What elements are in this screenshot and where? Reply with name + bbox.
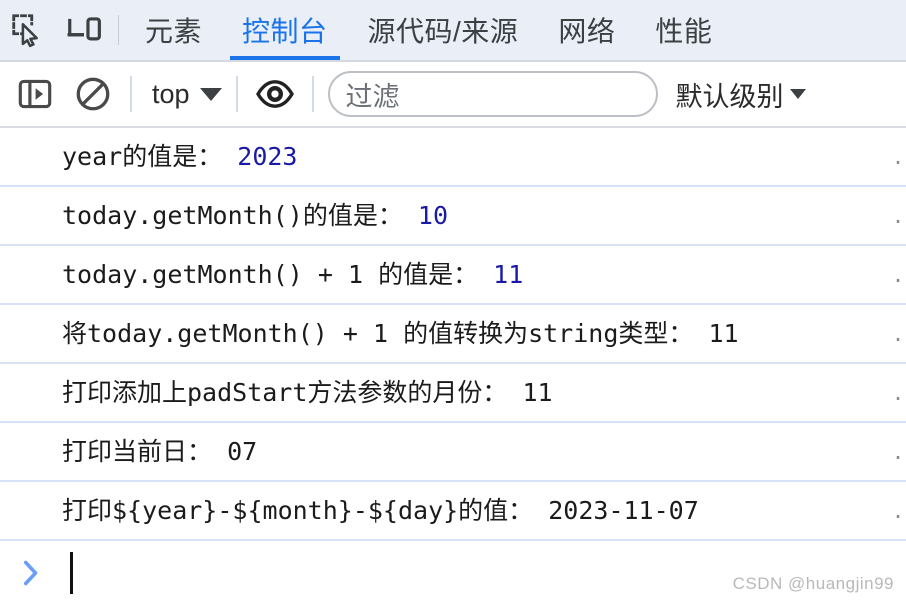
console-message-list: year的值是： 2023. today.getMonth()的值是： 10. to…: [0, 128, 906, 548]
tab-elements[interactable]: 元素: [125, 0, 222, 60]
console-toolbar: top 过滤 默认级别: [0, 62, 906, 128]
console-message-text: 打印${year}-${month}-${day}的值： 2023-11-07: [62, 498, 699, 523]
execution-context-selector[interactable]: top: [140, 79, 228, 110]
console-message-text: today.getMonth()的值是： 10: [62, 203, 448, 228]
log-levels-dropdown[interactable]: 默认级别: [676, 75, 806, 114]
execution-context-label: top: [152, 78, 190, 109]
devtools-window: 元素 控制台 源代码/来源 网络 性能 top 过滤 默认级别 year的值是：…: [0, 0, 906, 602]
chevron-down-icon: [199, 87, 222, 101]
console-source-link[interactable]: .: [892, 499, 904, 523]
prompt-chevron-icon: [16, 558, 46, 588]
console-value-number: 2023: [237, 142, 298, 171]
show-console-sidebar-icon[interactable]: [6, 64, 64, 124]
console-message-segment: today.getMonth()的值是：: [62, 201, 403, 230]
tab-performance[interactable]: 性能: [635, 0, 732, 60]
console-message-segment: 将today.getMonth() + 1 的值转换为string类型：: [62, 319, 694, 348]
console-source-link[interactable]: .: [892, 204, 904, 228]
device-toolbar-icon[interactable]: [56, 0, 112, 60]
inspect-element-icon[interactable]: [0, 0, 56, 60]
console-filter-input[interactable]: 过滤: [327, 71, 658, 117]
console-value-number: 10: [417, 201, 448, 230]
toolbar-divider-2: [235, 76, 238, 112]
console-message-row[interactable]: 打印添加上padStart方法参数的月份： 11.: [0, 364, 906, 423]
tab-console[interactable]: 控制台: [222, 0, 348, 60]
console-filter-placeholder: 过滤: [345, 81, 400, 112]
tab-performance-label: 性能: [655, 16, 713, 47]
console-message-row[interactable]: today.getMonth()的值是： 10.: [0, 187, 906, 246]
toolbar-divider-1: [130, 76, 132, 112]
tab-sources-label: 源代码/来源: [367, 16, 519, 47]
console-message-row[interactable]: today.getMonth() + 1 的值是： 11.: [0, 246, 906, 305]
tab-network-label: 网络: [558, 16, 616, 47]
tab-console-label: 控制台: [242, 16, 328, 47]
tab-elements-label: 元素: [145, 16, 203, 47]
clear-console-icon[interactable]: [64, 64, 122, 124]
console-message-text: 将today.getMonth() + 1 的值转换为string类型： 11: [62, 321, 739, 346]
chevron-down-icon: [789, 89, 806, 99]
tab-network[interactable]: 网络: [538, 0, 635, 60]
console-message-segment: 11: [522, 378, 553, 407]
console-message-segment: 打印${year}-${month}-${day}的值：: [62, 496, 534, 525]
console-source-link[interactable]: .: [892, 440, 904, 464]
devtools-tabbar: 元素 控制台 源代码/来源 网络 性能: [0, 0, 906, 62]
console-source-link[interactable]: .: [892, 322, 904, 346]
console-message-text: today.getMonth() + 1 的值是： 11: [62, 262, 523, 287]
console-prompt-caret: [70, 552, 73, 594]
console-message-row[interactable]: 打印当前日： 07.: [0, 423, 906, 482]
console-source-link[interactable]: .: [892, 145, 904, 169]
console-message-segment: 打印当前日：: [62, 437, 213, 466]
console-value-number: 11: [493, 260, 524, 289]
console-message-row[interactable]: year的值是： 2023.: [0, 128, 906, 187]
toolbar-divider-3: [311, 76, 314, 112]
console-message-segment: 打印添加上padStart方法参数的月份：: [62, 378, 508, 407]
console-message-text: year的值是： 2023: [62, 144, 298, 169]
console-message-row[interactable]: 将today.getMonth() + 1 的值转换为string类型： 11.: [0, 305, 906, 364]
console-message-segment: 11: [708, 319, 739, 348]
csdn-watermark: CSDN @huangjin99: [732, 574, 894, 593]
tab-sources[interactable]: 源代码/来源: [348, 0, 539, 60]
console-message-segment: today.getMonth() + 1 的值是：: [62, 260, 479, 289]
log-levels-label: 默认级别: [675, 81, 784, 112]
console-message-text: 打印添加上padStart方法参数的月份： 11: [62, 380, 553, 405]
console-message-segment: 07: [227, 437, 258, 466]
console-message-segment: 2023-11-07: [548, 496, 699, 525]
console-source-link[interactable]: .: [892, 263, 904, 287]
console-message-segment: year的值是：: [62, 142, 223, 171]
console-message-row[interactable]: 打印${year}-${month}-${day}的值： 2023-11-07.: [0, 482, 906, 541]
console-message-text: 打印当前日： 07: [62, 439, 257, 464]
console-source-link[interactable]: .: [892, 381, 904, 405]
tabbar-divider: [118, 15, 119, 45]
live-expression-eye-icon[interactable]: [246, 64, 304, 124]
